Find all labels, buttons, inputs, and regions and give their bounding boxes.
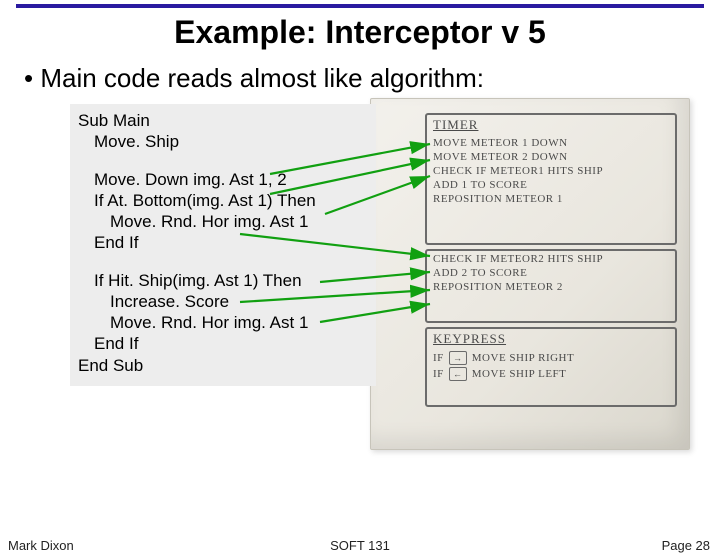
note-heading: TIMER	[433, 117, 679, 133]
code-line: Sub Main	[78, 111, 150, 130]
footer-page: Page 28	[662, 538, 710, 553]
content-area: Sub Main Move. Ship Move. Down img. Ast …	[70, 104, 720, 464]
code-line: If At. Bottom(img. Ast 1) Then	[78, 190, 368, 211]
note-block-meteor2: CHECK IF METEOR2 HITS SHIP ADD 2 TO SCOR…	[433, 253, 679, 295]
note-line: REPOSITION METEOR 2	[433, 281, 679, 293]
slide-title: Example: Interceptor v 5	[0, 14, 720, 51]
code-line: Increase. Score	[78, 291, 368, 312]
footer-course: SOFT 131	[0, 538, 720, 553]
code-line: Move. Down img. Ast 1, 2	[78, 169, 368, 190]
main-bullet: • Main code reads almost like algorithm:	[24, 63, 720, 94]
note-text: IF	[433, 368, 444, 380]
note-text: IF	[433, 352, 444, 364]
note-line: ADD 2 TO SCORE	[433, 267, 679, 279]
note-line: REPOSITION METEOR 1	[433, 193, 679, 205]
code-line: End Sub	[78, 356, 143, 375]
code-line: End If	[78, 333, 368, 354]
code-line: If Hit. Ship(img. Ast 1) Then	[78, 270, 368, 291]
code-line: Move. Ship	[78, 131, 368, 152]
note-heading: KEYPRESS	[433, 331, 679, 347]
note-line: MOVE METEOR 1 DOWN	[433, 137, 679, 149]
note-text: MOVE SHIP RIGHT	[472, 352, 574, 364]
left-arrow-key-icon: ←	[449, 367, 467, 381]
code-block: Sub Main Move. Ship Move. Down img. Ast …	[70, 104, 376, 386]
note-text: MOVE SHIP LEFT	[472, 368, 567, 380]
note-line: IF → MOVE SHIP RIGHT	[433, 351, 679, 365]
note-line: MOVE METEOR 2 DOWN	[433, 151, 679, 163]
code-line: Move. Rnd. Hor img. Ast 1	[78, 312, 368, 333]
handwritten-notes: TIMER MOVE METEOR 1 DOWN MOVE METEOR 2 D…	[370, 98, 690, 450]
code-line: End If	[78, 232, 368, 253]
note-block-keypress: KEYPRESS IF → MOVE SHIP RIGHT IF ← MOVE …	[433, 331, 679, 383]
note-line: CHECK IF METEOR1 HITS SHIP	[433, 165, 679, 177]
note-line: CHECK IF METEOR2 HITS SHIP	[433, 253, 679, 265]
note-block-timer: TIMER MOVE METEOR 1 DOWN MOVE METEOR 2 D…	[433, 117, 679, 207]
right-arrow-key-icon: →	[449, 351, 467, 365]
code-line: Move. Rnd. Hor img. Ast 1	[78, 211, 368, 232]
note-line: ADD 1 TO SCORE	[433, 179, 679, 191]
note-line: IF ← MOVE SHIP LEFT	[433, 367, 679, 381]
